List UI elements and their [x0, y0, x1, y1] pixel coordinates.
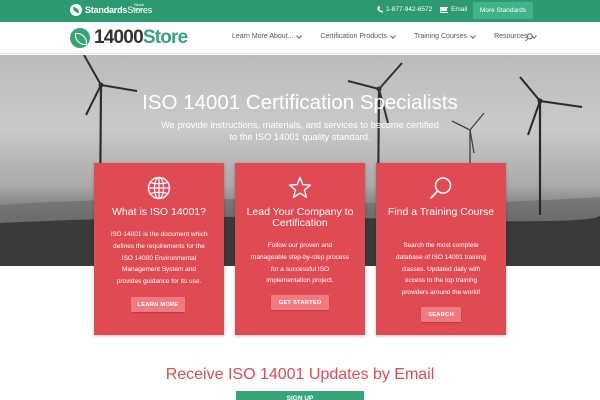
- nav-label: Resources: [494, 33, 528, 40]
- brand-bold: Standards: [85, 5, 128, 15]
- envelope-icon: [440, 6, 448, 13]
- card-text: Follow our proven and manageable step-by…: [251, 242, 349, 285]
- nav-label: Learn More About...: [232, 33, 294, 40]
- brand-since: Since 1997: [134, 2, 145, 12]
- nav-learn-more[interactable]: Learn More About...: [232, 32, 303, 40]
- leaf-icon: [70, 4, 82, 16]
- search-icon[interactable]: [525, 33, 533, 42]
- card-title: What is ISO 14001?: [112, 206, 206, 218]
- learn-more-button[interactable]: LEARN MORE: [131, 297, 185, 312]
- email-updates-heading: Receive ISO 14001 Updates by Email: [165, 366, 435, 383]
- card-what-is-iso: What is ISO 14001? ISO 14001 is the docu…: [94, 163, 224, 335]
- phone-icon: [377, 6, 383, 13]
- 14000store-logo[interactable]: 14000Store: [70, 27, 188, 49]
- nav-label: Training Courses: [414, 33, 468, 40]
- phone-number: 1-877-942-6572: [386, 6, 433, 13]
- more-standards-button[interactable]: More Standards: [473, 2, 533, 19]
- nav-training-courses[interactable]: Training Courses: [414, 32, 476, 40]
- magnifier-icon: [430, 177, 452, 199]
- email-label: Email: [451, 6, 468, 13]
- nav-certification-products[interactable]: Certification Products: [320, 32, 396, 40]
- card-text: Search the most complete database of ISO…: [396, 242, 486, 297]
- search-button[interactable]: SEARCH: [421, 307, 461, 322]
- standards-stores-logo[interactable]: StandardsStores Since 1997: [70, 2, 152, 16]
- main-nav: Learn More About... Certification Produc…: [232, 32, 555, 40]
- top-bar: StandardsStores Since 1997 1-877-942-657…: [0, 0, 600, 22]
- leaf-logo-icon: [70, 28, 90, 48]
- nav-label: Certification Products: [320, 33, 388, 40]
- email-link[interactable]: Email: [440, 6, 467, 13]
- brand-prefix: 14000: [94, 27, 144, 48]
- brand-suffix: Store: [142, 27, 188, 48]
- sign-up-button[interactable]: SIGN UP: [236, 391, 364, 400]
- chevron-down-icon: [390, 32, 396, 39]
- site-header: 14000Store Learn More About... Certifica…: [0, 22, 600, 54]
- card-title: Lead Your Company to Certification: [246, 206, 354, 229]
- chevron-down-icon: [470, 32, 476, 39]
- card-text: ISO 14001 is the document which defines …: [110, 231, 208, 286]
- card-find-training: Find a Training Course Search the most c…: [376, 163, 506, 335]
- hero-title: ISO 14001 Certification Specialists: [142, 91, 458, 114]
- hero-subtitle: We provide instructions, materials, and …: [161, 120, 439, 142]
- card-lead-company: Lead Your Company to Certification Follo…: [235, 163, 365, 335]
- card-title: Find a Training Course: [387, 206, 495, 218]
- globe-icon: [147, 176, 171, 200]
- star-icon: [288, 176, 312, 198]
- phone-link[interactable]: 1-877-942-6572: [377, 6, 432, 13]
- chevron-down-icon: [296, 32, 303, 39]
- get-started-button[interactable]: GET STARTED: [271, 295, 329, 310]
